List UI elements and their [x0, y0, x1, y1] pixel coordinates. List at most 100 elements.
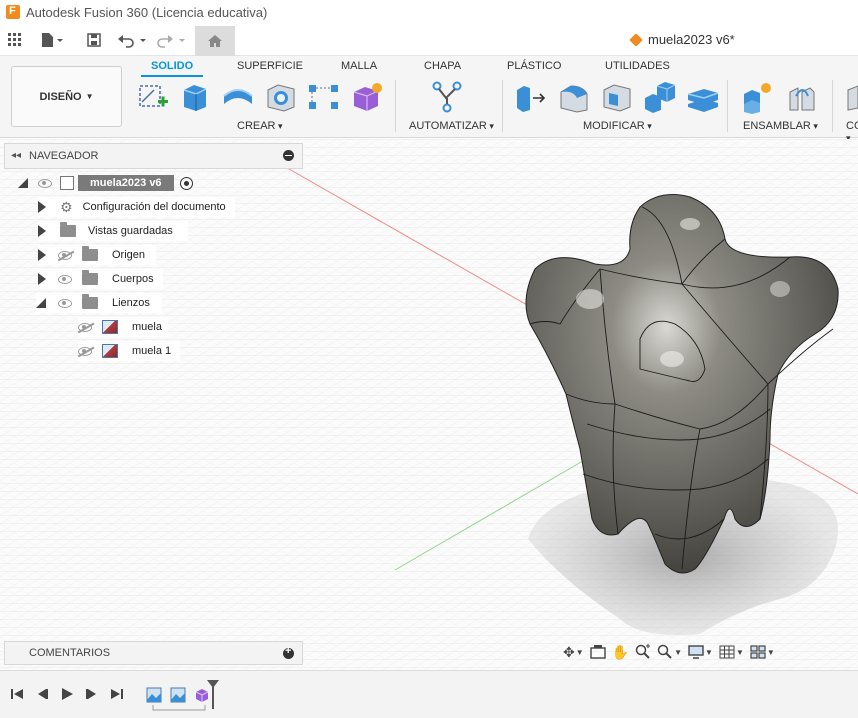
expand-arrow-icon[interactable]	[38, 225, 46, 237]
hole-icon[interactable]	[264, 80, 298, 114]
fillet-icon[interactable]	[557, 80, 591, 114]
component-icon	[60, 176, 74, 190]
tab-utilidades[interactable]: UTILIDADES	[605, 60, 670, 72]
hidden-eye-icon[interactable]	[78, 322, 92, 332]
hidden-eye-icon[interactable]	[78, 346, 92, 356]
orbit-icon[interactable]: ✥ ▼	[563, 642, 584, 662]
tab-malla[interactable]: MALLA	[341, 60, 377, 72]
pan-icon[interactable]: ✋	[612, 642, 629, 662]
document-cube-icon	[629, 32, 643, 47]
visibility-eye-icon[interactable]	[58, 274, 72, 284]
step-forward-icon[interactable]	[85, 687, 99, 704]
pattern-icon[interactable]	[307, 80, 341, 114]
tree-item-canvas-muela-1[interactable]: muela 1	[78, 341, 180, 361]
workspace-label: DISEÑO	[39, 90, 82, 103]
document-tab-name: muela2023 v6*	[648, 32, 735, 47]
canvas-viewport[interactable]	[0, 139, 858, 670]
ribbon-divider	[395, 80, 396, 132]
browser-panel-header[interactable]: ◂◂ NAVEGADOR	[4, 143, 303, 169]
timeline-bar	[0, 670, 858, 718]
browser-title: NAVEGADOR	[29, 150, 99, 162]
ground-grid	[0, 139, 858, 670]
collapse-panel-icon[interactable]: ◂◂	[11, 150, 21, 161]
ribbon-divider	[502, 80, 503, 132]
viewports-icon[interactable]: ▼	[750, 642, 775, 662]
step-back-icon[interactable]	[35, 687, 49, 704]
extrude-icon[interactable]	[178, 80, 212, 114]
form-icon[interactable]	[350, 80, 384, 114]
expand-arrow-icon[interactable]	[38, 249, 46, 261]
combine-icon[interactable]	[643, 80, 677, 114]
root-component-label[interactable]: muela2023 v6	[78, 175, 174, 191]
hidden-eye-icon[interactable]	[58, 250, 72, 260]
tab-plastico[interactable]: PLÁSTICO	[507, 60, 561, 72]
group-modificar[interactable]: MODIFICAR	[583, 120, 652, 132]
gear-icon: ⚙	[60, 198, 73, 215]
file-menu-icon[interactable]	[40, 28, 64, 52]
tree-item-settings[interactable]: ⚙ Configuración del documento	[38, 197, 235, 217]
add-comment-icon[interactable]	[283, 645, 294, 659]
tree-item-label: Configuración del documento	[82, 201, 226, 213]
look-at-icon[interactable]	[589, 642, 606, 662]
title-bar: Autodesk Fusion 360 (Licencia educativa)	[0, 0, 858, 24]
timeline-group-bracket	[152, 705, 206, 711]
folder-icon	[82, 246, 98, 261]
visibility-eye-icon[interactable]	[58, 298, 72, 308]
activate-radio-icon[interactable]	[179, 176, 193, 190]
new-component-icon[interactable]	[742, 80, 776, 114]
expand-arrow-icon[interactable]	[38, 273, 46, 285]
quick-access-bar: muela2023 v6*	[0, 24, 858, 56]
group-crear[interactable]: CREAR	[237, 120, 283, 132]
display-settings-icon[interactable]: ▼	[688, 642, 713, 662]
revolve-icon[interactable]	[221, 80, 255, 114]
app-grid-icon[interactable]	[8, 28, 22, 52]
document-tab[interactable]: muela2023 v6*	[629, 32, 735, 47]
undo-icon[interactable]	[118, 28, 148, 52]
expand-arrow-icon[interactable]	[36, 298, 46, 308]
shell-icon[interactable]	[600, 80, 634, 114]
construct-icon[interactable]	[844, 80, 858, 114]
workspace-dropdown[interactable]: DISEÑO ▼	[11, 66, 122, 127]
folder-icon	[82, 294, 98, 309]
comments-panel-header[interactable]: COMENTARIOS	[4, 641, 303, 665]
tab-chapa[interactable]: CHAPA	[424, 60, 461, 72]
chevron-down-icon: ▼	[85, 92, 94, 101]
expand-arrow-icon[interactable]	[18, 178, 28, 188]
go-to-end-icon[interactable]	[110, 687, 124, 704]
grid-settings-icon[interactable]: ▼	[719, 642, 744, 662]
save-icon[interactable]	[87, 28, 101, 52]
tree-item-canvas-muela[interactable]: muela	[78, 317, 168, 337]
fit-icon[interactable]: ▼	[657, 642, 682, 662]
tab-solido[interactable]: SOLIDO	[140, 60, 204, 77]
tree-item-label: muela 1	[132, 345, 172, 357]
create-sketch-icon[interactable]	[136, 80, 170, 114]
automate-icon[interactable]	[430, 80, 464, 114]
window-title: Autodesk Fusion 360 (Licencia educativa)	[26, 4, 268, 20]
redo-icon[interactable]	[157, 28, 187, 52]
folder-icon	[60, 222, 76, 237]
timeline-canvas-feature-icon[interactable]	[146, 687, 162, 703]
tree-item-saved-views[interactable]: Vistas guardadas	[38, 221, 188, 241]
minimize-icon[interactable]	[283, 150, 294, 161]
expand-arrow-icon[interactable]	[38, 201, 46, 213]
ribbon: DISEÑO ▼ SOLIDO SUPERFICIE MALLA CHAPA P…	[0, 56, 858, 138]
press-pull-icon[interactable]	[514, 80, 548, 114]
offset-face-icon[interactable]	[686, 80, 720, 114]
tree-item-bodies[interactable]: Cuerpos	[38, 269, 163, 289]
group-automatizar[interactable]: AUTOMATIZAR	[409, 120, 494, 132]
tab-superficie[interactable]: SUPERFICIE	[237, 60, 303, 72]
tree-root[interactable]: muela2023 v6	[18, 173, 208, 193]
comments-title: COMENTARIOS	[29, 647, 111, 659]
tree-item-origin[interactable]: Origen	[38, 245, 156, 265]
play-icon[interactable]	[60, 687, 74, 704]
zoom-icon[interactable]	[635, 642, 651, 662]
joint-icon[interactable]	[786, 80, 820, 114]
tree-item-label: Origen	[112, 249, 146, 261]
timeline-canvas-feature-icon[interactable]	[170, 687, 186, 703]
visibility-eye-icon[interactable]	[38, 178, 52, 188]
go-to-start-icon[interactable]	[10, 687, 24, 704]
group-ensamblar[interactable]: ENSAMBLAR	[743, 120, 818, 132]
tree-item-canvases[interactable]: Lienzos	[36, 293, 162, 313]
canvas-image-icon	[102, 320, 118, 334]
home-icon[interactable]	[195, 26, 235, 56]
